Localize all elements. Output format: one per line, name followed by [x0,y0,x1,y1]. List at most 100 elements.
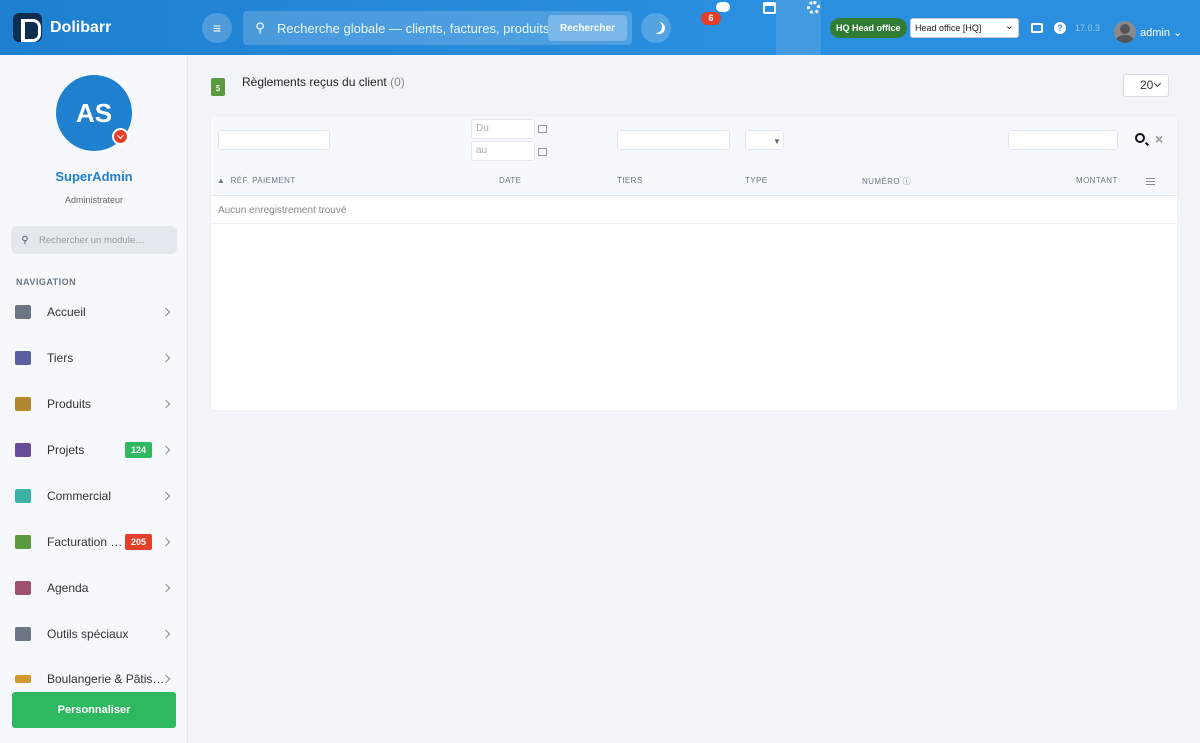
results-table [211,116,1177,410]
filter-ref-input[interactable] [218,130,330,150]
hamburger-icon: ≡ [212,20,222,36]
sidebar-item-label: Commercial [47,489,112,503]
brand[interactable]: Dolibarr [13,13,111,42]
empty-message: Aucun enregistrement trouvé [218,205,347,216]
user-name: admin [1140,27,1170,39]
dark-mode-moon-icon[interactable] [641,13,671,43]
page-title: Règlements reçus du client (0) [242,75,405,89]
chevron-right-icon [161,629,171,639]
filter-date-from[interactable]: Du [471,119,535,139]
column-header-numero[interactable]: NUMÉRO ⓘ [862,176,911,187]
home-icon [15,305,31,319]
chevron-right-icon [161,537,171,547]
divider [211,223,1177,224]
calendar-icon[interactable] [538,125,547,133]
personalize-button[interactable]: Personnaliser [12,692,176,728]
sidebar-item-boulangerie[interactable]: Boulangerie & Pâtis… [0,664,188,694]
close-icon[interactable]: × [1155,131,1163,147]
sidebar-item-label: Accueil [47,305,86,319]
page-title-text: Règlements reçus du client [242,75,387,89]
suitcase-icon [15,489,31,503]
user-avatar[interactable] [1114,21,1136,43]
global-search-button[interactable]: Rechercher [547,15,627,41]
record-count: (0) [390,75,405,89]
sidebar-item-label: Outils spéciaux [47,627,129,641]
bakery-icon [15,675,31,683]
global-search[interactable]: ⚲ Recherche globale — clients, factures,… [243,11,632,45]
sidebar-item-label: Agenda [47,581,89,595]
invoice-icon [15,535,31,549]
version-label: 17.0.3 [1075,23,1101,33]
box-icon [15,397,31,411]
sidebar-item-accueil[interactable]: Accueil [0,297,188,327]
column-header-type[interactable]: TYPE [745,176,768,185]
global-search-input[interactable]: Recherche globale — clients, factures, p… [277,21,548,36]
dolibarr-logo-icon [13,13,42,42]
chevron-right-icon [161,307,171,317]
column-header-ref[interactable]: ▲ RÉF. PAIEMENT [217,176,296,185]
tools-icon [15,627,31,641]
chevron-right-icon [161,445,171,455]
gear-icon[interactable] [807,1,820,14]
sidebar-item-tiers[interactable]: Tiers [0,343,188,373]
menu-toggle-button[interactable]: ≡ [202,13,232,43]
print-icon[interactable] [1031,23,1043,33]
chevron-down-icon: ▼ [773,137,781,146]
chat-icon[interactable] [716,2,730,12]
chat-badge: 6 [701,12,721,25]
column-header-label: NUMÉRO [862,177,900,186]
filter-row [211,116,1177,196]
page-size-select[interactable]: 20 [1123,74,1169,97]
help-icon[interactable]: ? [1054,22,1066,34]
chevron-down-icon: ⌄ [1173,27,1183,39]
profile-name[interactable]: SuperAdmin [0,169,188,184]
building-icon [15,351,31,365]
search-icon: ⚲ [255,20,265,35]
app-name: Dolibarr [50,18,112,36]
column-selector-icon[interactable] [1146,178,1155,185]
sort-up-icon: ▲ [217,176,226,185]
sidebar-item-agenda[interactable]: Agenda [0,573,188,603]
chevron-right-icon [161,399,171,409]
calendar-icon[interactable] [763,2,776,14]
chevron-right-icon [161,674,171,684]
sidebar-item-label: Tiers [47,351,74,365]
column-header-label: RÉF. PAIEMENT [230,176,296,185]
info-icon: ⓘ [902,177,911,186]
sidebar-item-facturation[interactable]: Facturation … 205 [0,527,188,557]
entity-badge: HQ Head office [830,18,907,38]
calendar-icon[interactable] [538,148,547,156]
chevron-right-icon [161,353,171,363]
column-header-date[interactable]: DATE [499,176,521,185]
divider [211,195,1177,196]
filter-tiers-input[interactable] [617,130,730,150]
column-header-tiers[interactable]: TIERS [617,176,643,185]
chevron-right-icon [161,583,171,593]
search-icon[interactable] [1135,133,1145,143]
filter-date-to[interactable]: au [471,141,535,161]
sidebar-item-label: Boulangerie & Pâtis… [47,672,163,686]
avatar-dropdown-icon[interactable] [112,128,129,145]
calendar-icon [15,581,31,595]
module-search[interactable]: ⚲ Rechercher un module… [11,226,177,254]
profile-role: Administrateur [64,195,124,205]
column-header-montant[interactable]: MONTANT [1076,176,1118,185]
chevron-right-icon [161,491,171,501]
entity-select[interactable]: Head office [HQ] [910,17,1019,38]
count-badge: 205 [124,534,152,550]
sidebar-item-label: Projets [47,443,85,457]
user-menu[interactable]: admin ⌄ [1140,26,1182,39]
module-search-input[interactable]: Rechercher un module… [39,235,145,246]
sidebar-item-produits[interactable]: Produits [0,389,188,419]
sitemap-icon [15,443,31,457]
nav-section-title: NAVIGATION [16,277,77,287]
count-badge: 124 [124,442,152,458]
sidebar-item-outils[interactable]: Outils spéciaux [0,619,188,649]
sidebar-item-commercial[interactable]: Commercial [0,481,188,511]
sidebar-item-label: Facturation … [47,535,123,549]
search-icon: ⚲ [21,234,29,246]
sidebar-item-label: Produits [47,397,92,411]
filter-montant-input[interactable] [1008,130,1118,150]
invoice-icon: $ [211,78,225,96]
sidebar-item-projets[interactable]: Projets 124 [0,435,188,465]
